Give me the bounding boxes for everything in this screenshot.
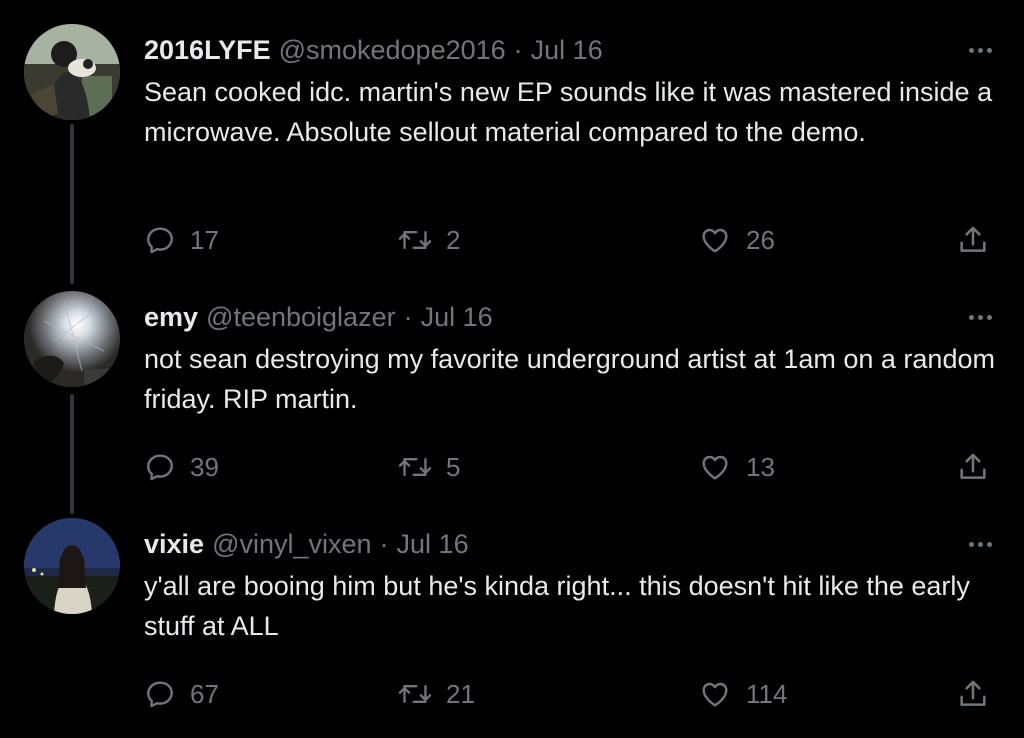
tweet-actions: 39 5 13 [144,447,1004,487]
retweet-button[interactable]: 2 [398,220,460,260]
tweet-header: vixie @vinyl_vixen · Jul 16 [144,524,469,564]
user-handle[interactable]: @teenboiglazer [206,302,396,333]
reply-icon [147,454,173,481]
tweet-date[interactable]: Jul 16 [397,529,469,560]
avatar-image [24,518,120,614]
retweet-icon [398,230,432,250]
avatar[interactable] [24,518,120,614]
retweet-button[interactable]: 5 [398,447,460,487]
like-count: 114 [746,678,788,709]
reply-icon [147,681,173,708]
display-name[interactable]: emy [144,302,198,333]
reply-count: 67 [190,678,219,709]
like-button[interactable]: 26 [698,220,775,260]
tweet-actions: 67 21 114 [144,674,1004,714]
more-icon[interactable] [960,305,1000,329]
tweet-date[interactable]: Jul 16 [421,302,493,333]
share-button[interactable] [956,220,990,260]
tweet-text: not sean destroying my favorite undergro… [144,344,995,414]
avatar[interactable] [24,291,120,387]
avatar[interactable] [24,24,120,120]
share-button[interactable] [956,447,990,487]
tweet-text: y'all are booing him but he's kinda righ… [144,571,970,641]
retweet-count: 2 [446,224,461,255]
avatar-image [24,291,120,387]
reply-count: 17 [190,224,219,255]
share-icon [960,226,986,252]
display-name[interactable]: 2016LYFE [144,35,271,66]
separator: · [513,34,523,65]
more-icon[interactable] [960,532,1000,556]
reply-button[interactable]: 17 [144,220,219,260]
tweet-actions: 17 2 26 [144,220,1004,260]
reply-icon [147,227,173,254]
retweet-count: 5 [446,451,461,482]
tweet-text: Sean cooked idc. martin's new EP sounds … [144,77,993,147]
retweet-button[interactable]: 21 [398,674,475,714]
heart-icon [702,455,728,480]
share-button[interactable] [956,674,990,714]
reply-button[interactable]: 67 [144,674,219,714]
tweet[interactable]: vixie @vinyl_vixen · Jul 16 y'all are bo… [0,518,1024,724]
heart-icon [702,228,728,253]
more-icon[interactable] [960,38,1000,62]
retweet-icon [398,684,432,704]
like-count: 26 [746,224,775,255]
separator: · [379,528,389,559]
reply-thread: 2016LYFE @smokedope2016 · Jul 16 Sean co… [0,0,1024,738]
retweet-count: 21 [446,678,475,709]
tweet[interactable]: emy @teenboiglazer · Jul 16 not sean des… [0,291,1024,497]
share-icon [960,453,986,479]
user-handle[interactable]: @vinyl_vixen [212,529,371,560]
user-handle[interactable]: @smokedope2016 [279,35,506,66]
share-icon [960,680,986,706]
like-count: 13 [746,451,775,482]
like-button[interactable]: 13 [698,447,775,487]
tweet-date[interactable]: Jul 16 [531,35,603,66]
reply-count: 39 [190,451,219,482]
heart-icon [702,682,728,707]
retweet-icon [398,457,432,477]
tweet-header: emy @teenboiglazer · Jul 16 [144,297,493,337]
reply-button[interactable]: 39 [144,447,219,487]
like-button[interactable]: 114 [698,674,787,714]
avatar-image [24,24,120,120]
tweet[interactable]: 2016LYFE @smokedope2016 · Jul 16 Sean co… [0,24,1024,270]
display-name[interactable]: vixie [144,529,204,560]
separator: · [403,301,413,332]
tweet-header: 2016LYFE @smokedope2016 · Jul 16 [144,30,603,70]
